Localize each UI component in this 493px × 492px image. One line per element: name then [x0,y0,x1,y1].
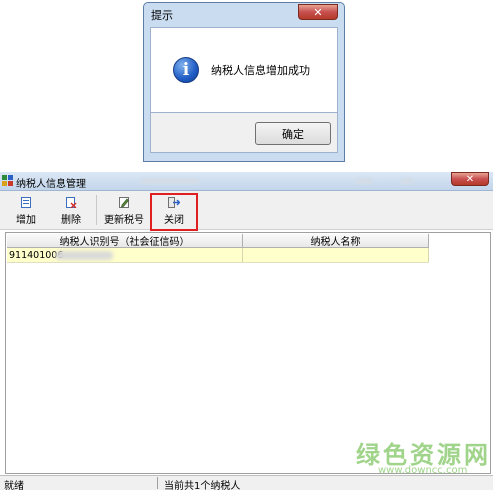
message-dialog: 提示 ✕ i 纳税人信息增加成功 确定 [143,2,345,162]
ok-button[interactable]: 确定 [255,122,331,145]
delete-button[interactable]: 删除 [56,193,86,227]
update-tax-number-button[interactable]: 更新税号 [102,193,146,227]
dialog-close-button[interactable]: ✕ [298,4,338,20]
dialog-message: 纳税人信息增加成功 [211,64,310,77]
toolbar-separator [96,195,97,225]
cell-tax-id[interactable]: 911401006 [7,248,243,262]
window-titlebar: 纳税人信息管理 ✕ [0,172,493,191]
cell-taxpayer-name[interactable] [243,248,429,262]
watermark-url: www.downcc.com [378,465,468,476]
status-divider [157,477,158,489]
table-header: 纳税人识别号（社会征信码） 纳税人名称 [7,234,429,248]
table-row[interactable]: 911401006 [7,248,429,263]
dialog-title: 提示 [151,9,173,22]
toolbar: 增加 删除 更新税号 关闭 [0,191,493,230]
column-header-tax-id[interactable]: 纳税人识别号（社会征信码） [7,234,243,248]
window-close-button[interactable]: ✕ [451,172,489,186]
dialog-body: i 纳税人信息增加成功 [150,27,338,113]
column-header-taxpayer-name[interactable]: 纳税人名称 [243,234,429,248]
edit-icon [118,197,129,208]
delete-icon [65,197,77,208]
app-logo-icon [2,175,13,186]
redacted-smear [55,251,113,260]
update-button-label: 更新税号 [104,215,144,226]
blurred-text [400,178,414,184]
blurred-text [140,178,200,184]
status-count: 当前共1个纳税人 [164,481,241,492]
dialog-footer: 确定 [150,113,338,153]
close-button-highlight-box [150,193,198,231]
info-icon: i [173,57,199,83]
status-ready: 就绪 [4,481,24,492]
window-title: 纳税人信息管理 [16,179,86,190]
add-icon [21,197,31,208]
delete-button-label: 删除 [61,215,81,226]
blurred-text [355,178,373,184]
add-button-label: 增加 [16,215,36,226]
add-button[interactable]: 增加 [12,193,40,227]
status-bar: 就绪 当前共1个纳税人 [0,475,493,492]
